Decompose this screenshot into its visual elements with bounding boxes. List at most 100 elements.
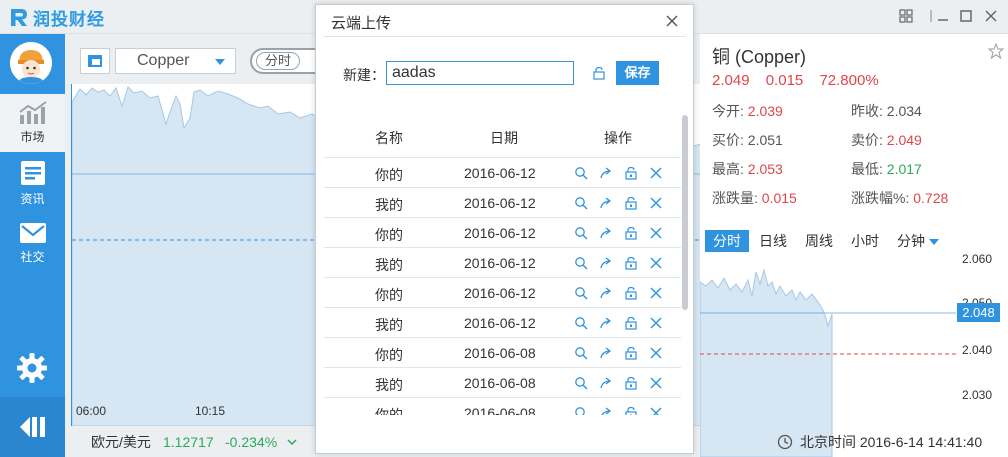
- delete-icon[interactable]: [649, 256, 663, 270]
- sidebar-item-social[interactable]: 社交: [0, 214, 65, 272]
- delete-icon[interactable]: [649, 406, 663, 415]
- search-icon[interactable]: [574, 406, 588, 415]
- search-icon[interactable]: [574, 166, 588, 180]
- minimize-icon[interactable]: [934, 7, 952, 25]
- chevron-down-icon[interactable]: [287, 428, 297, 457]
- lock-icon[interactable]: [624, 226, 638, 240]
- ticker-pair: 欧元/美元: [91, 434, 151, 450]
- quote-title: 铜 (Copper): [712, 47, 807, 67]
- star-icon[interactable]: [987, 42, 1005, 64]
- lock-icon[interactable]: [624, 376, 638, 390]
- clock-time: 2016-6-14 14:41:40: [859, 434, 983, 450]
- tab-intraday[interactable]: 分时: [705, 230, 749, 252]
- close-icon[interactable]: [664, 13, 680, 29]
- search-icon[interactable]: [574, 256, 588, 270]
- search-icon[interactable]: [574, 346, 588, 360]
- lock-icon[interactable]: [592, 66, 606, 80]
- row-name: 你的: [375, 407, 403, 415]
- row-name: 我的: [375, 197, 403, 213]
- table-row[interactable]: 你的 2016-06-12: [324, 277, 681, 307]
- maximize-icon[interactable]: [957, 7, 975, 25]
- sidebar-item-label: 市场: [20, 130, 45, 144]
- column-header-name: 名称: [375, 130, 403, 146]
- lock-icon[interactable]: [624, 406, 638, 415]
- delete-icon[interactable]: [649, 286, 663, 300]
- share-icon[interactable]: [599, 376, 613, 390]
- delete-icon[interactable]: [649, 196, 663, 210]
- share-icon[interactable]: [599, 226, 613, 240]
- row-date: 2016-06-12: [464, 255, 536, 271]
- clock-label: 北京时间: [800, 434, 856, 450]
- delete-icon[interactable]: [649, 316, 663, 330]
- symbol-select[interactable]: Copper: [115, 48, 236, 74]
- avatar[interactable]: [10, 42, 52, 84]
- delete-icon[interactable]: [649, 346, 663, 360]
- lock-icon[interactable]: [624, 346, 638, 360]
- sidebar-item-label: 社交: [20, 250, 45, 264]
- time-label: 06:00: [76, 404, 107, 418]
- search-icon[interactable]: [574, 226, 588, 240]
- row-date: 2016-06-12: [464, 165, 536, 181]
- lock-icon[interactable]: [624, 316, 638, 330]
- search-icon[interactable]: [574, 196, 588, 210]
- grid-icon[interactable]: [897, 7, 915, 25]
- lock-icon[interactable]: [624, 196, 638, 210]
- delete-icon[interactable]: [649, 376, 663, 390]
- quote-panel: 铜 (Copper) 2.049 0.015 72.800% 今开: 2.039…: [699, 34, 1008, 457]
- share-icon[interactable]: [599, 316, 613, 330]
- lock-icon[interactable]: [624, 256, 638, 270]
- sidebar-item-label: 资讯: [20, 192, 45, 206]
- scrollbar[interactable]: [682, 115, 688, 310]
- period-option-intraday[interactable]: 分时: [256, 52, 300, 70]
- tab-daily[interactable]: 日线: [751, 230, 795, 252]
- share-icon[interactable]: [599, 256, 613, 270]
- stat-low: 最低: 2.017: [851, 161, 922, 177]
- gear-icon[interactable]: [12, 348, 52, 388]
- sidebar-item-news[interactable]: 资讯: [0, 154, 65, 212]
- delete-icon[interactable]: [649, 226, 663, 240]
- search-icon[interactable]: [574, 316, 588, 330]
- layout-icon[interactable]: [80, 48, 110, 74]
- sidebar: 市场 资讯 社交: [0, 34, 65, 457]
- row-date: 2016-06-08: [464, 375, 536, 391]
- share-icon[interactable]: [599, 346, 613, 360]
- axis-tick: 2.060: [962, 252, 993, 266]
- close-icon[interactable]: [982, 7, 1000, 25]
- period-tabs: 分时 日线 周线 小时 分钟: [705, 230, 949, 252]
- app-title: 润投财经: [33, 9, 105, 29]
- tab-weekly[interactable]: 周线: [797, 230, 841, 252]
- chevron-down-icon: [215, 59, 225, 65]
- new-label: 新建：: [343, 67, 385, 83]
- row-name: 我的: [375, 377, 403, 393]
- delete-icon[interactable]: [649, 166, 663, 180]
- tab-hourly[interactable]: 小时: [843, 230, 887, 252]
- share-icon[interactable]: [599, 196, 613, 210]
- column-header-actions: 操作: [604, 130, 632, 146]
- stat-bid: 买价: 2.051: [712, 132, 783, 148]
- app-logo: 润投财经: [8, 6, 105, 29]
- exit-icon[interactable]: [0, 397, 65, 457]
- table-row[interactable]: 你的 2016-06-08: [324, 337, 681, 367]
- stat-prev-close: 昨收: 2.034: [851, 103, 922, 119]
- sidebar-item-market[interactable]: 市场: [0, 94, 65, 152]
- table-row[interactable]: 你的 2016-06-08: [324, 397, 681, 415]
- search-icon[interactable]: [574, 376, 588, 390]
- table-row[interactable]: 你的 2016-06-12: [324, 157, 681, 187]
- clock: 北京时间 2016-6-14 14:41:40: [777, 432, 982, 452]
- table-row[interactable]: 我的 2016-06-12: [324, 307, 681, 337]
- share-icon[interactable]: [599, 406, 613, 415]
- table-row[interactable]: 我的 2016-06-12: [324, 187, 681, 217]
- axis-tick: 2.030: [962, 388, 993, 402]
- new-name-input[interactable]: [386, 61, 574, 85]
- share-icon[interactable]: [599, 286, 613, 300]
- table-row[interactable]: 你的 2016-06-12: [324, 217, 681, 247]
- table-row[interactable]: 我的 2016-06-08: [324, 367, 681, 397]
- lock-icon[interactable]: [624, 286, 638, 300]
- axis-tick: 2.040: [962, 343, 993, 357]
- search-icon[interactable]: [574, 286, 588, 300]
- table-row[interactable]: 我的 2016-06-12: [324, 247, 681, 277]
- share-icon[interactable]: [599, 166, 613, 180]
- tab-minute[interactable]: 分钟: [889, 230, 947, 252]
- save-button[interactable]: 保存: [616, 61, 659, 85]
- lock-icon[interactable]: [624, 166, 638, 180]
